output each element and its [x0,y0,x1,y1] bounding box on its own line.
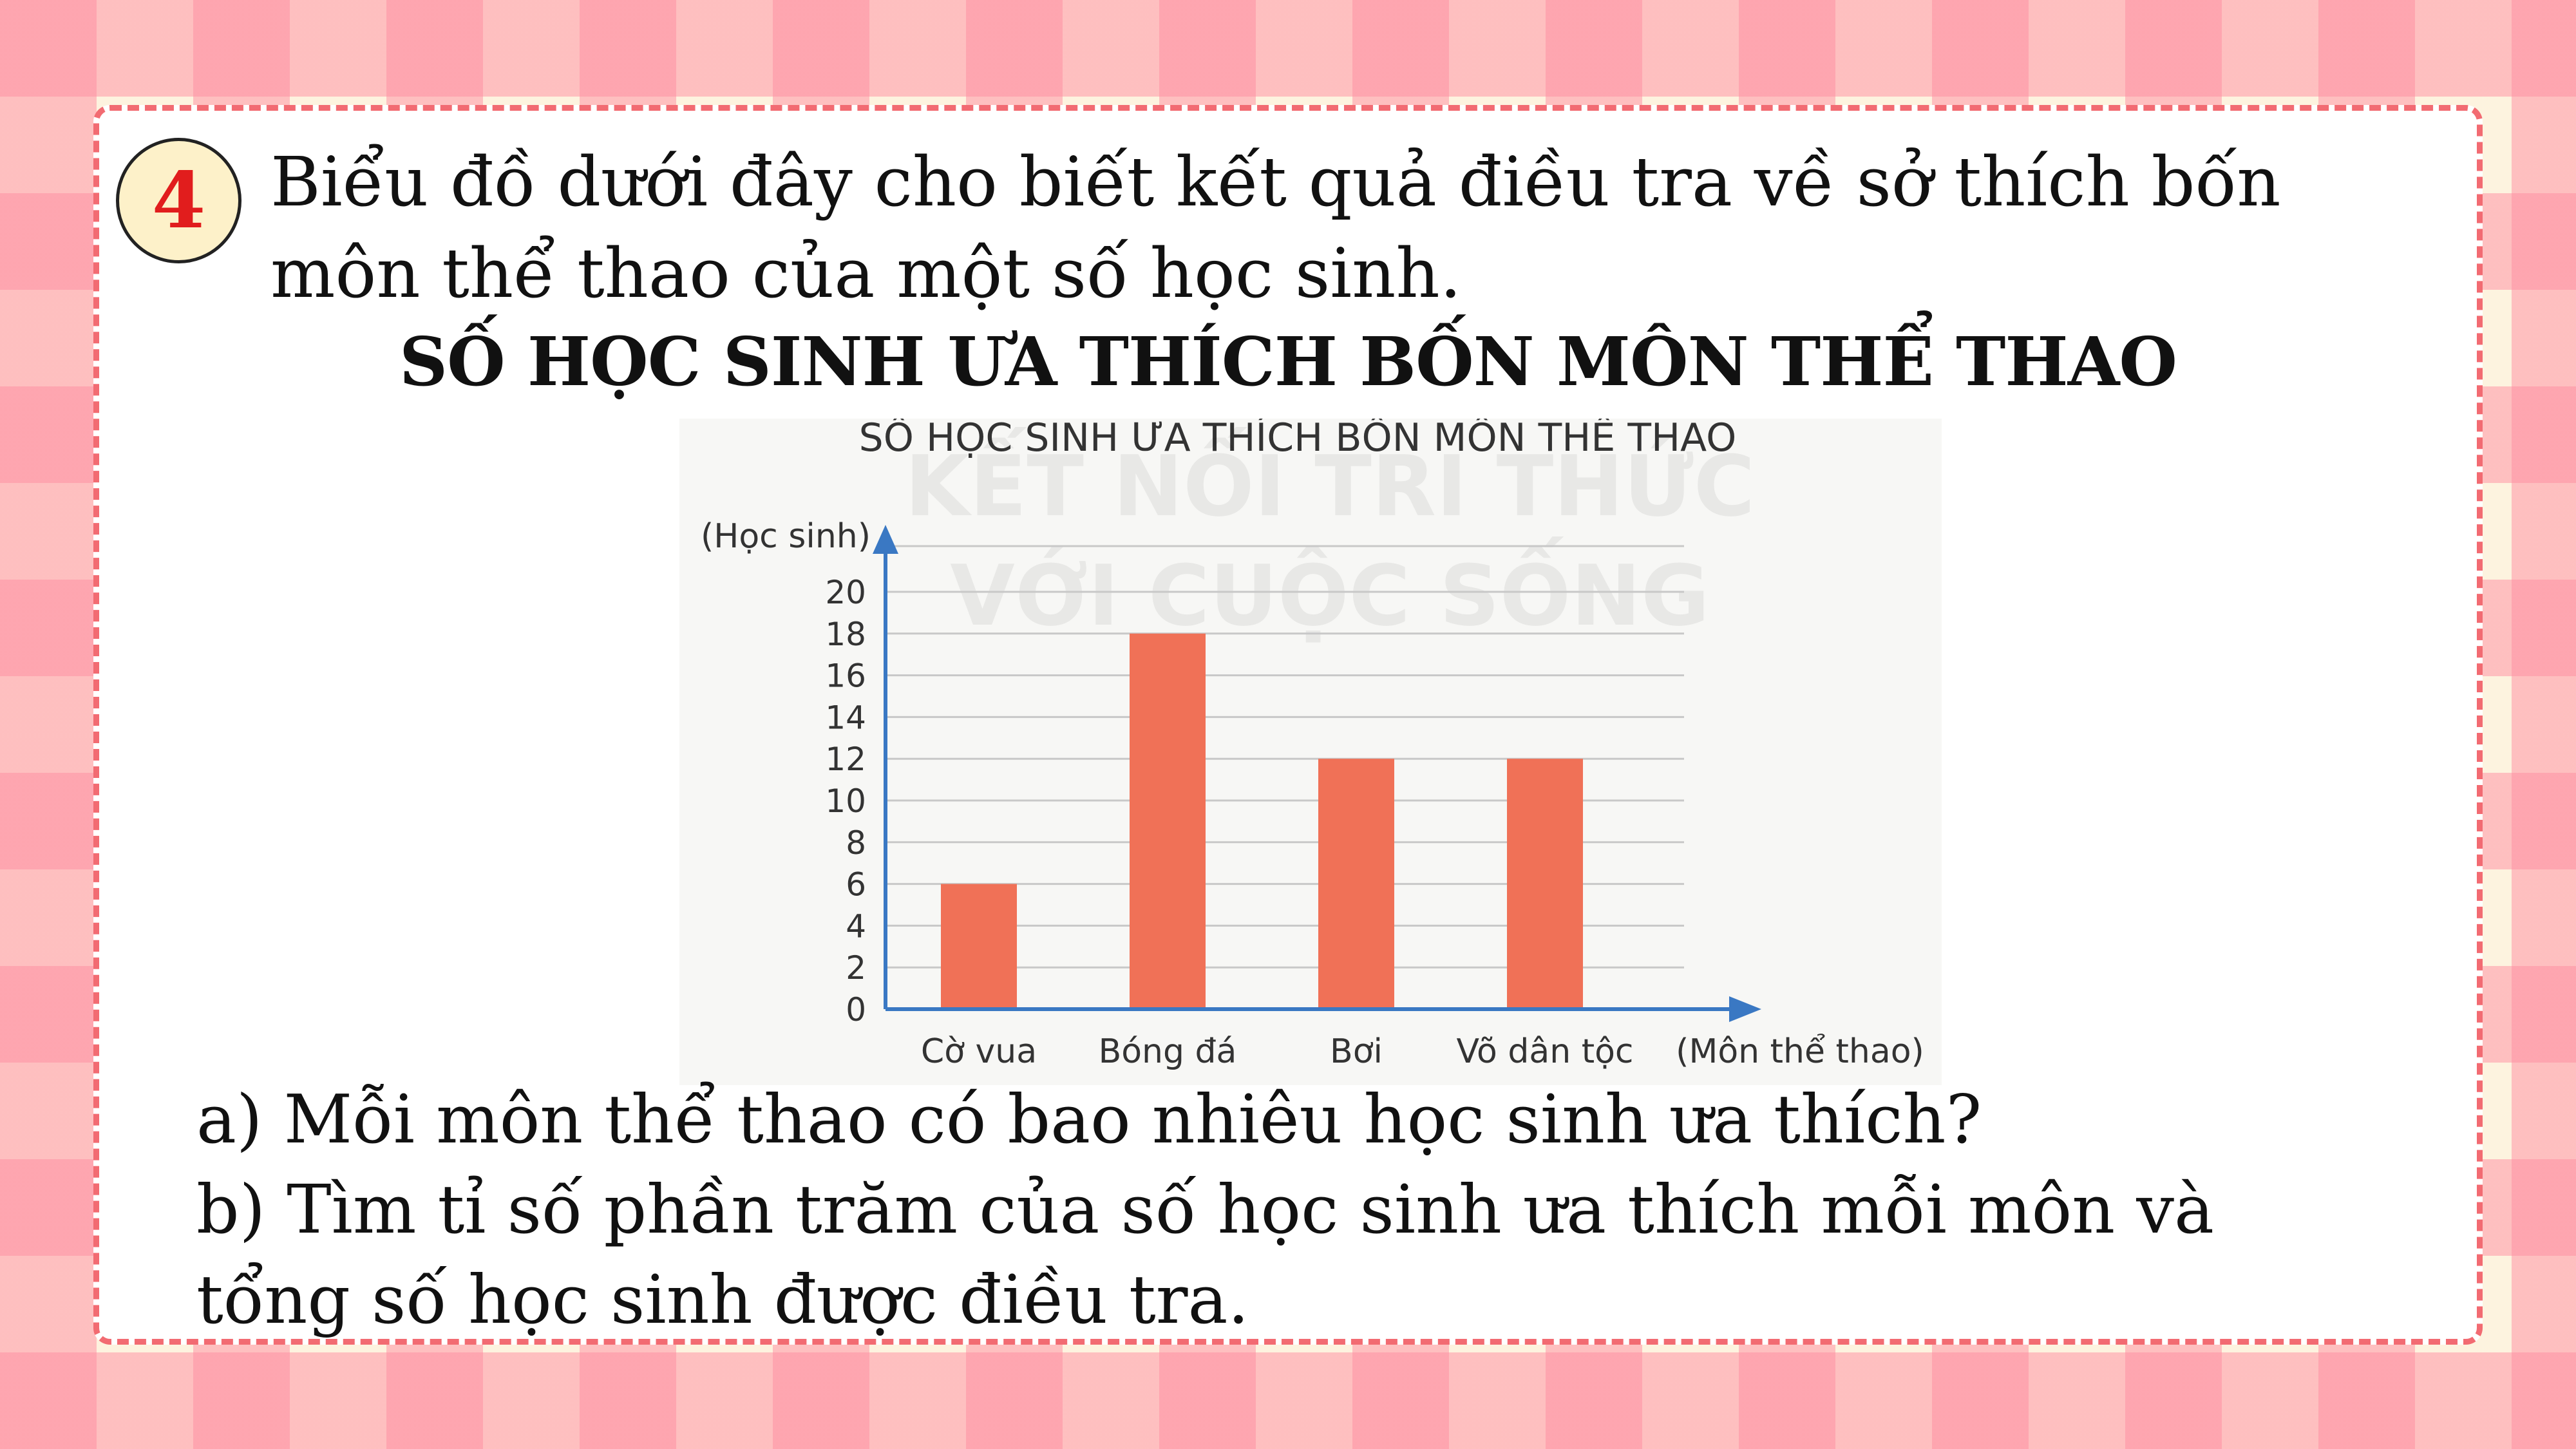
question-a: a) Mỗi môn thể thao có bao nhiêu học sin… [196,1080,1982,1159]
y-tick-label-6: 12 [825,741,866,778]
y-tick-label-9: 18 [825,616,866,653]
watermark-line-1: KẾT NỐI TRI THỨC [905,426,1755,535]
bar-2 [1318,759,1394,1009]
x-tick-label-2: Bơi [1330,1032,1383,1071]
chart-heading: SỐ HỌC SINH ƯA THÍCH BỐN MÔN THỂ THAO [399,322,2177,401]
bar-chart: SỐ HỌC SINH ƯA THÍCH BỐN MÔN THỂ THAO KẾ… [679,419,1942,1085]
y-tick-label-2: 4 [846,907,866,945]
y-axis-label: (Học sinh) [701,517,871,556]
x-tick-label-3: Võ dân tộc [1456,1032,1633,1071]
y-axis-arrow [873,525,898,554]
question-b: b) Tìm tỉ số phần trăm của số học sinh ư… [196,1170,2215,1339]
problem-number-badge: 4 [116,138,242,263]
problem-number: 4 [151,155,206,246]
y-tick-label-4: 8 [846,824,866,862]
x-tick-labels: Cờ vua Bóng đá Bơi Võ dân tộc [921,1032,1634,1071]
x-axis-label: (Môn thể thao) [1676,1032,1924,1071]
x-axis-arrow [1729,996,1761,1022]
y-tick-labels: 0 2 46 8 10 12 14 16 18 20 [825,574,866,1028]
y-tick-label-7: 14 [825,699,866,736]
y-tick-label-0: 0 [846,991,866,1028]
problem-intro: Biểu đồ dưới đây cho biết kết quả điều t… [270,142,2281,313]
y-tick-label-5: 10 [825,782,866,820]
x-tick-label-0: Cờ vua [921,1032,1037,1071]
y-tick-label-10: 20 [825,574,866,611]
x-tick-label-1: Bóng đá [1099,1032,1237,1071]
y-tick-label-1: 2 [846,949,866,987]
bar-1 [1130,633,1206,1009]
watermark-line-2: VỚI CUỘC SỐNG [950,536,1710,645]
bar-3 [1507,759,1583,1009]
bar-0 [941,884,1017,1009]
y-tick-label-8: 16 [825,658,866,695]
y-tick-label-3: 6 [846,866,866,904]
bar-chart-svg: SỐ HỌC SINH ƯA THÍCH BỐN MÔN THỂ THAO KẾ… [701,419,1924,1071]
bars [941,633,1583,1009]
